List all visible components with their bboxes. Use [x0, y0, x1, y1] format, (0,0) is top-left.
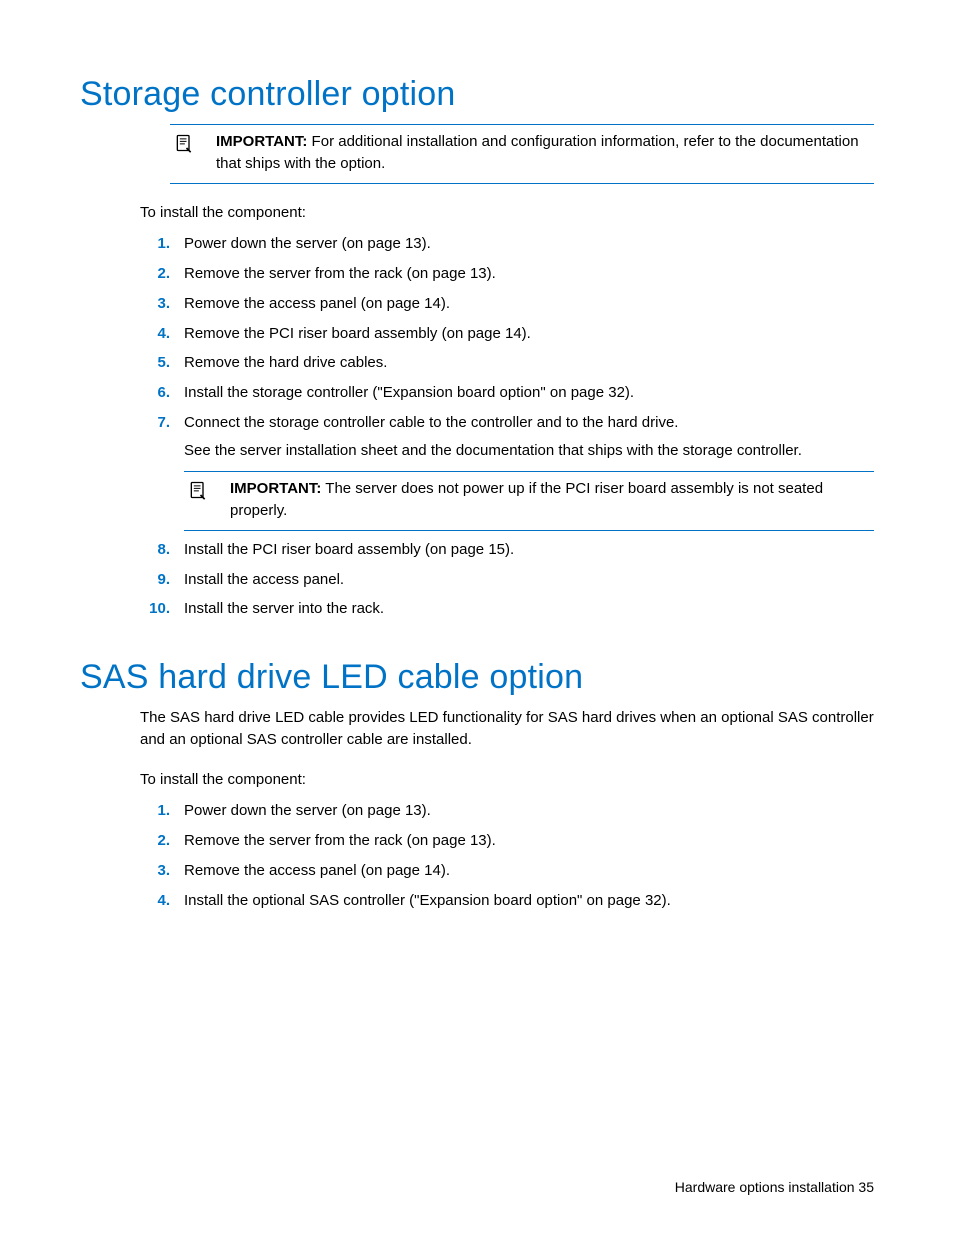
important-callout: IMPORTANT: The server does not power up … [184, 471, 874, 531]
step-text: Install the server into the rack. [184, 600, 384, 617]
step-text: Remove the access panel (on page 14). [184, 862, 450, 879]
step-text: Remove the PCI riser board assembly (on … [184, 325, 531, 342]
step-number: 5. [140, 352, 170, 374]
step-item: 7. Connect the storage controller cable … [140, 412, 874, 531]
paragraph-text: The SAS hard drive LED cable provides LE… [140, 707, 874, 751]
step-text: Power down the server (on page 13). [184, 802, 431, 819]
intro-text: To install the component: [140, 769, 874, 791]
heading-sas-led-cable: SAS hard drive LED cable option [80, 658, 874, 697]
step-number: 1. [140, 800, 170, 822]
callout-label: IMPORTANT: [230, 480, 321, 497]
important-callout: IMPORTANT: For additional installation a… [170, 124, 874, 184]
step-text: Remove the access panel (on page 14). [184, 295, 450, 312]
heading-storage-controller: Storage controller option [80, 75, 874, 114]
step-item: 1. Power down the server (on page 13). [140, 233, 874, 255]
step-item: 2. Remove the server from the rack (on pa… [140, 263, 874, 285]
step-item: 6. Install the storage controller ("Expan… [140, 382, 874, 404]
step-text: Power down the server (on page 13). [184, 235, 431, 252]
step-text: Install the access panel. [184, 571, 344, 588]
step-number: 4. [140, 323, 170, 345]
step-item: 3. Remove the access panel (on page 14). [140, 860, 874, 882]
steps-list: 1. Power down the server (on page 13). 2.… [140, 800, 874, 911]
document-page: Storage controller option IMPORTANT: For… [0, 0, 954, 959]
steps-list: 1. Power down the server (on page 13). 2.… [140, 233, 874, 620]
step-item: 3. Remove the access panel (on page 14). [140, 293, 874, 315]
step-number: 4. [140, 890, 170, 912]
step-item: 5. Remove the hard drive cables. [140, 352, 874, 374]
step-item: 10. Install the server into the rack. [140, 598, 874, 620]
step-item: 8. Install the PCI riser board assembly (… [140, 539, 874, 561]
note-icon [170, 131, 198, 160]
note-icon [184, 478, 212, 507]
step-item: 4. Install the optional SAS controller ("… [140, 890, 874, 912]
step-item: 2. Remove the server from the rack (on pa… [140, 830, 874, 852]
callout-label: IMPORTANT: [216, 133, 307, 150]
step-text: Connect the storage controller cable to … [184, 414, 678, 431]
step-number: 9. [140, 569, 170, 591]
step-number: 1. [140, 233, 170, 255]
page-footer: Hardware options installation 35 [675, 1179, 874, 1195]
callout-text: For additional installation and configur… [216, 133, 859, 172]
step-number: 2. [140, 263, 170, 285]
step-text: Remove the hard drive cables. [184, 354, 387, 371]
step-item: 1. Power down the server (on page 13). [140, 800, 874, 822]
step-number: 2. [140, 830, 170, 852]
step-number: 10. [140, 598, 170, 620]
step-text: Install the storage controller ("Expansi… [184, 384, 634, 401]
step-subtext: See the server installation sheet and th… [184, 440, 874, 462]
step-number: 7. [140, 412, 170, 434]
step-text: Install the PCI riser board assembly (on… [184, 541, 514, 558]
step-number: 3. [140, 860, 170, 882]
step-number: 3. [140, 293, 170, 315]
step-number: 8. [140, 539, 170, 561]
step-number: 6. [140, 382, 170, 404]
step-text: Install the optional SAS controller ("Ex… [184, 892, 671, 909]
step-item: 4. Remove the PCI riser board assembly (o… [140, 323, 874, 345]
step-item: 9. Install the access panel. [140, 569, 874, 591]
step-text: Remove the server from the rack (on page… [184, 265, 496, 282]
intro-text: To install the component: [140, 202, 874, 224]
step-text: Remove the server from the rack (on page… [184, 832, 496, 849]
